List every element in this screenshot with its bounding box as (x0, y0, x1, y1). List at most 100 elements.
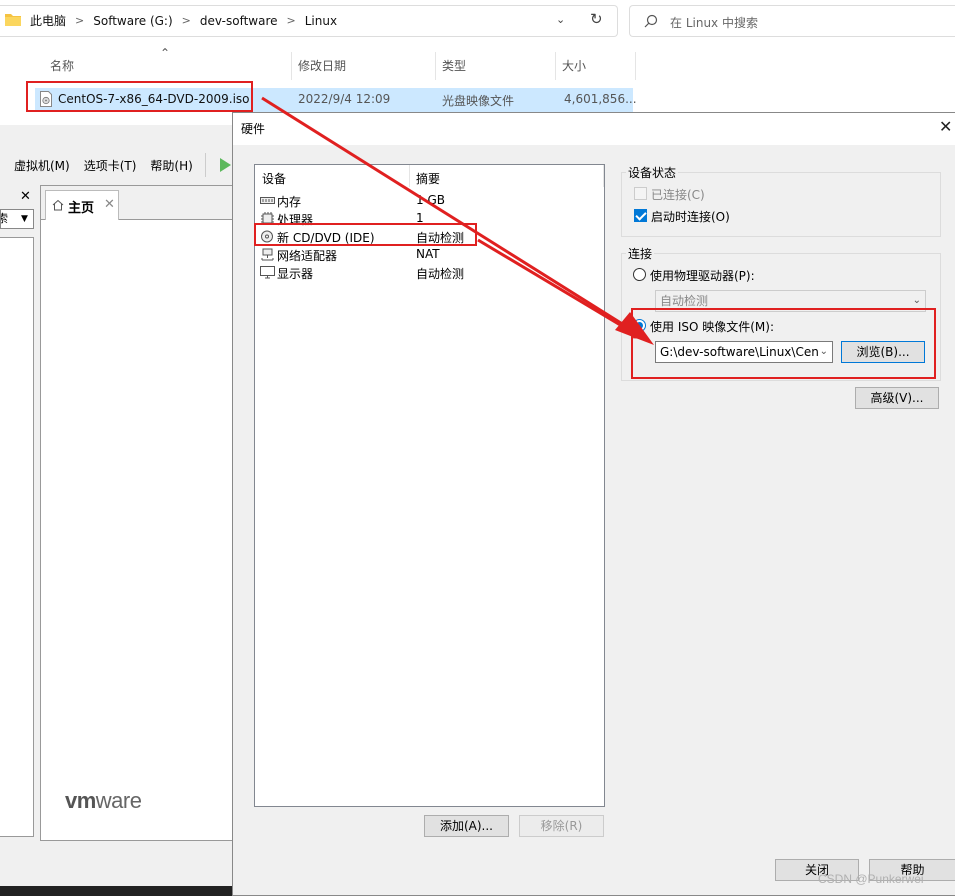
taskbar-strip (0, 886, 232, 896)
remove-button[interactable]: 移除(R) (519, 815, 604, 837)
toolbar-divider (205, 153, 206, 177)
dropdown-arrow-icon[interactable]: ▼ (21, 210, 28, 228)
file-row[interactable]: CentOS-7-x86_64-DVD-2009.iso 2022/9/4 12… (35, 88, 637, 112)
device-summary: 1 GB (416, 193, 445, 207)
logo-suffix: ware (95, 788, 142, 813)
device-name: 网络适配器 (277, 249, 338, 263)
column-size[interactable]: 大小 (556, 52, 636, 80)
chevron-right-icon: > (181, 14, 191, 27)
vmware-logo: vmware (65, 788, 142, 814)
iso-path-combo[interactable]: G:\dev-software\Linux\Cent ⌄ (655, 341, 833, 363)
memory-icon (260, 197, 275, 204)
device-list: 设备 摘要 内存 1 GB 处理器 1 新 CD/DVD (IDE) 自动检测 … (254, 164, 605, 807)
dialog-title: 硬件 (241, 122, 266, 136)
advanced-button[interactable]: 高级(V)... (855, 387, 939, 409)
column-modified[interactable]: 修改日期 (292, 52, 436, 80)
physical-drive-label: 使用物理驱动器(P): (650, 269, 755, 283)
tab-home-label: 主页 (68, 201, 95, 216)
device-summary: 1 (416, 211, 424, 225)
physical-drive-radio[interactable] (633, 268, 646, 281)
device-list-header: 设备 摘要 (255, 165, 604, 187)
hardware-dialog: 硬件 ✕ 设备 摘要 内存 1 GB 处理器 1 新 CD/DVD (IDE) … (232, 112, 955, 896)
device-summary: 自动检测 (416, 267, 465, 281)
device-row-cd-dvd[interactable]: 新 CD/DVD (IDE) 自动检测 (255, 228, 604, 246)
play-icon[interactable] (220, 158, 231, 172)
network-icon (261, 248, 274, 261)
device-row-network[interactable]: 网络适配器 NAT (255, 246, 604, 264)
menu-vm[interactable]: 虚拟机(M) (14, 157, 70, 174)
tab-home[interactable]: 主页 ✕ (45, 190, 119, 220)
chevron-down-icon[interactable]: ⌄ (556, 13, 565, 26)
menu-tabs[interactable]: 选项卡(T) (84, 157, 137, 174)
connected-checkbox[interactable] (634, 187, 647, 200)
chevron-right-icon: > (75, 14, 85, 27)
library-search-input[interactable]: 索 ▼ (0, 209, 34, 229)
connect-at-power-on-checkbox[interactable] (634, 209, 647, 222)
disc-image-icon (40, 91, 52, 107)
search-icon (644, 14, 658, 28)
header-divider (409, 165, 410, 187)
close-icon[interactable]: ✕ (939, 117, 952, 136)
iso-image-radio[interactable] (633, 319, 646, 332)
menu-bar: 虚拟机(M) 选项卡(T) 帮助(H) (0, 157, 193, 174)
iso-image-label: 使用 ISO 映像文件(M): (650, 320, 774, 334)
column-type[interactable]: 类型 (436, 52, 556, 80)
address-row: 此电脑 > Software (G:) > dev-software > Lin… (0, 0, 955, 44)
search-input[interactable]: 在 Linux 中搜索 (629, 5, 955, 37)
connection-label: 连接 (626, 245, 655, 262)
breadcrumb-item[interactable]: dev-software (200, 14, 278, 28)
logo-prefix: vm (65, 788, 96, 813)
device-row-memory[interactable]: 内存 1 GB (255, 192, 604, 210)
cpu-icon (261, 212, 274, 224)
breadcrumb: 此电脑 > Software (G:) > dev-software > Lin… (30, 12, 337, 29)
iso-path-value: G:\dev-software\Linux\Cent (660, 345, 824, 359)
breadcrumb-item[interactable]: Linux (305, 14, 337, 28)
close-icon[interactable]: ✕ (20, 189, 31, 204)
cd-icon (261, 230, 273, 243)
physical-drive-value: 自动检测 (660, 294, 709, 308)
connect-at-power-on-label: 启动时连接(O) (651, 210, 730, 224)
device-row-display[interactable]: 显示器 自动检测 (255, 264, 604, 282)
file-name: CentOS-7-x86_64-DVD-2009.iso (58, 92, 250, 106)
device-status-label: 设备状态 (626, 164, 679, 181)
file-type: 光盘映像文件 (442, 94, 515, 108)
device-name: 显示器 (277, 267, 314, 281)
folder-icon (5, 14, 21, 26)
library-search-text: 索 (1, 210, 8, 228)
monitor-icon (260, 266, 275, 279)
header-summary[interactable]: 摘要 (416, 170, 440, 187)
device-summary: NAT (416, 247, 440, 261)
menu-help[interactable]: 帮助(H) (150, 157, 192, 174)
device-name: 处理器 (277, 213, 314, 227)
header-divider (603, 165, 604, 187)
column-name[interactable]: 名称 (44, 52, 292, 80)
file-modified: 2022/9/4 12:09 (298, 92, 391, 106)
chevron-down-icon: ⌄ (912, 295, 921, 306)
chevron-right-icon: > (286, 14, 296, 27)
device-row-processor[interactable]: 处理器 1 (255, 210, 604, 228)
tab-strip: 主页 ✕ (41, 186, 241, 220)
physical-drive-select[interactable]: 自动检测 ⌄ (655, 290, 926, 312)
close-icon[interactable]: ✕ (104, 197, 115, 212)
search-placeholder: 在 Linux 中搜索 (670, 16, 758, 30)
tab-content: 主页 ✕ vmware (40, 185, 241, 841)
device-summary: 自动检测 (416, 231, 465, 245)
file-size: 4,601,856... (564, 92, 637, 106)
library-panel (0, 237, 34, 837)
dialog-titlebar (233, 113, 955, 145)
file-explorer: 此电脑 > Software (G:) > dev-software > Lin… (0, 0, 955, 125)
refresh-icon[interactable]: ↻ (590, 10, 603, 28)
connected-label: 已连接(C) (651, 188, 705, 202)
browse-button[interactable]: 浏览(B)... (841, 341, 925, 363)
device-name: 内存 (277, 195, 302, 209)
add-button[interactable]: 添加(A)... (424, 815, 509, 837)
header-device[interactable]: 设备 (262, 170, 286, 187)
breadcrumb-item[interactable]: Software (G:) (93, 14, 172, 28)
vmware-window: 虚拟机(M) 选项卡(T) 帮助(H) ✕ 索 ▼ 主页 ✕ vmware (0, 125, 241, 896)
device-status-group (621, 172, 941, 237)
home-icon (52, 199, 64, 211)
breadcrumb-item[interactable]: 此电脑 (30, 12, 66, 29)
device-name: 新 CD/DVD (IDE) (277, 231, 375, 245)
watermark: CSDN @Punkerwei (818, 872, 924, 886)
chevron-down-icon[interactable]: ⌄ (817, 342, 828, 362)
